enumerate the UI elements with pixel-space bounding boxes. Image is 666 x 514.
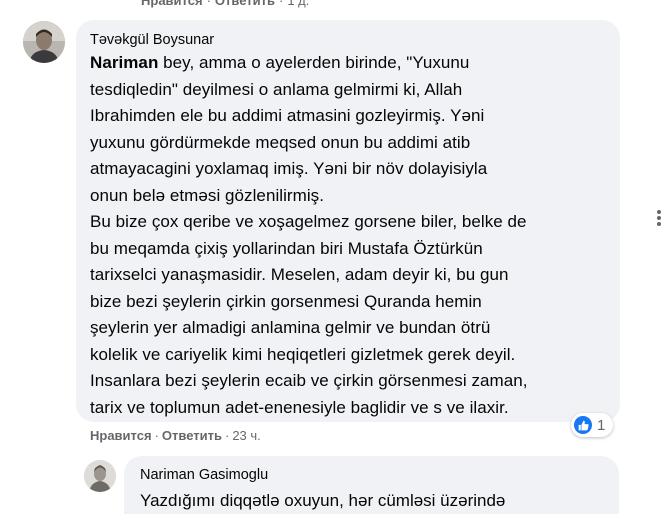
comments-thread: Нравится · Ответить · 1 д. Təvəkgül Boysunar… [0,0,666,514]
comment-line: Bu bize çox qeribe ve xoşagelmez gorsene… [90,212,527,231]
separator: · [224,428,230,443]
comment-line-text: bey, amma o ayelerden birinde, "Yuxunu [158,53,470,72]
separator: · [206,0,211,8]
separator: · [278,0,284,8]
comment-text: Nariman bey, amma o ayelerden birinde, "… [90,50,608,421]
mentioned-user-tag[interactable]: Nariman [90,53,158,72]
more-dots-icon [657,210,661,226]
comment-line: tesdiqledin" deyilmesi o anlama gelmirmi… [90,79,463,99]
comment-timestamp[interactable]: 23 ч. [232,428,260,443]
comment-line: Insanlara bezi şeylerin ecaib ve çirkin … [90,371,528,390]
comment-line: Nariman bey, amma o ayelerden birinde, "… [90,50,608,77]
reply-text: Yazdığımı diqqətlə oxuyun, hər cümləsi ü… [140,491,506,510]
previous-comment-actions: Нравится · Ответить · 1 д. [141,0,309,8]
comment-line: yuxunu gördürmekde meqsed onun bu addimi… [90,132,471,152]
avatar[interactable] [23,21,65,63]
avatar-photo [23,21,65,63]
comment-line: atmayacagini yoxlamaq imiş. Yəni bir növ… [90,159,488,178]
comment-author[interactable]: Təvəkgül Boysunar [90,31,608,49]
comment-timestamp[interactable]: 1 д. [287,0,309,8]
comment-line: bu meqamda çixiş yollarindan biri Mustaf… [90,238,483,258]
thumbs-up-icon [578,420,589,430]
comment-line: tarixselci yanaşmasidir. Meselen, adam d… [90,265,509,284]
avatar-photo [84,460,116,492]
comment-line: Ibrahimden ele bu addimi atmasini gozley… [90,106,485,125]
comment-line: tarix ve toplumun adet-enenesiyle baglid… [90,397,509,417]
reply-link[interactable]: Ответить [215,0,275,8]
more-options-button[interactable] [652,206,666,230]
comment-line: şeylerin yer almadigi anlamina gelmir ve… [90,318,491,337]
reaction-count: 1 [597,416,606,434]
reply-author[interactable]: Nariman Gasimoglu [140,466,605,484]
comment-line: kolelik ve cariyelik kimi heqiqetleri gi… [90,344,516,364]
comment-bubble: Təvəkgül Boysunar Nariman bey, amma o ay… [76,20,620,422]
reaction-summary[interactable]: 1 [571,413,614,437]
comment-line: bize bezi şeylerin çirkin gorsenmesi Qur… [90,291,482,311]
reply-avatar[interactable] [84,460,116,492]
like-link[interactable]: Нравится [141,0,203,8]
reply-bubble: Nariman Gasimoglu Yazdığımı diqqətlə oxu… [124,456,619,514]
separator: · [154,428,159,443]
comment-line: onun belə etməsi gözlenilirmiş. [90,185,324,205]
like-link[interactable]: Нравится [90,428,152,443]
like-icon [574,416,592,434]
comment-actions: Нравится · Ответить · 23 ч. [90,428,261,443]
reply-link[interactable]: Ответить [162,428,222,443]
